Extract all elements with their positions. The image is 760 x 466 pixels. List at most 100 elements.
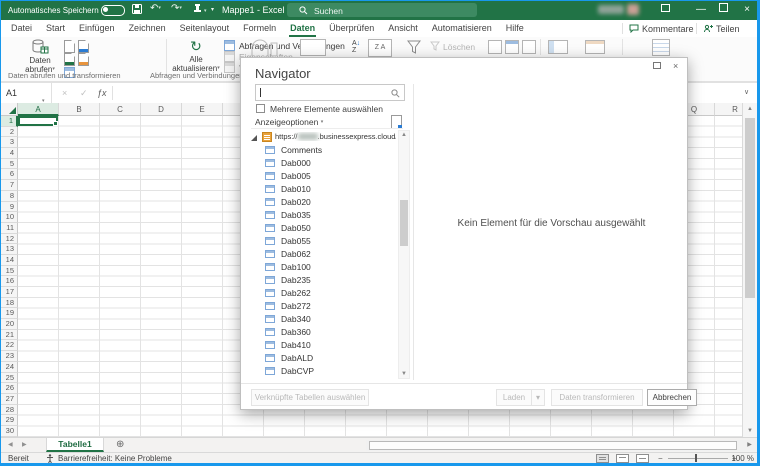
row-header-9[interactable]: 9 [0,202,18,213]
scroll-up-icon[interactable]: ▲ [399,132,409,138]
row-header-3[interactable]: 3 [0,137,18,148]
navigator-item-dab062[interactable]: Dab062 [241,248,398,261]
expand-collapse-icon[interactable] [251,135,257,141]
previous-sheet-icon[interactable]: ◀ [8,441,13,448]
row-header-6[interactable]: 6 [0,169,18,180]
data-types-gallery-icon[interactable] [250,39,278,56]
what-if-analysis-icon[interactable] [585,40,605,54]
row-header-4[interactable]: 4 [0,148,18,159]
multi-select-checkbox[interactable] [256,104,265,113]
page-break-view-icon[interactable] [636,454,649,463]
horizontal-scrollbar[interactable] [366,440,742,451]
share-button[interactable]: Teilen [690,22,740,35]
selected-cell-a1[interactable] [18,116,58,126]
dialog-close-icon[interactable]: × [673,61,678,71]
scroll-down-icon[interactable]: ▼ [743,428,757,434]
scroll-right-icon[interactable]: ▶ [742,440,757,451]
navigator-item-dabald[interactable]: DabALD [241,352,398,365]
from-table-range-icon[interactable] [64,53,75,66]
row-header-29[interactable]: 29 [0,415,18,426]
maximize-button[interactable] [712,0,734,20]
navigator-item-dab272[interactable]: Dab272 [241,300,398,313]
row-header-16[interactable]: 16 [0,276,18,287]
accessibility-status[interactable]: Barrierefreiheit: Keine Probleme [58,454,172,463]
insert-function-icon[interactable]: ƒx [97,83,107,103]
row-header-13[interactable]: 13 [0,244,18,255]
minimize-button[interactable]: — [690,0,712,20]
next-sheet-icon[interactable]: ▶ [22,441,27,448]
ribbon-tab-einfügen[interactable]: Einfügen [72,20,122,37]
navigator-item-dab360[interactable]: Dab360 [241,326,398,339]
ribbon-tab-datei[interactable]: Datei [4,20,39,37]
display-options-dropdown[interactable]: Anzeigeoptionen ▾ [255,117,323,127]
scroll-up-icon[interactable]: ▲ [743,106,757,112]
fill-handle[interactable] [53,121,58,126]
navigator-item-comments[interactable]: Comments [241,144,398,157]
navigator-item-dab100[interactable]: Dab100 [241,261,398,274]
row-header-26[interactable]: 26 [0,383,18,394]
row-header-7[interactable]: 7 [0,180,18,191]
get-data-button[interactable]: Daten abrufen▾ [18,38,62,74]
row-header-18[interactable]: 18 [0,298,18,309]
ribbon-tab-daten[interactable]: Daten [283,20,322,37]
sheet-tab-tabelle1[interactable]: Tabelle1 [46,438,104,452]
navigator-item-dab050[interactable]: Dab050 [241,222,398,235]
row-header-15[interactable]: 15 [0,266,18,277]
ribbon-display-options-icon[interactable] [654,0,676,20]
row-header-22[interactable]: 22 [0,340,18,351]
navigator-item-dab410[interactable]: Dab410 [241,339,398,352]
zoom-out-icon[interactable]: − [658,454,663,463]
row-header-30[interactable]: 30 [0,426,18,437]
navigator-item-dab235[interactable]: Dab235 [241,274,398,287]
format-painter-caret[interactable]: ▾ [204,8,207,14]
filter-icon[interactable] [406,39,422,55]
flash-fill-icon[interactable] [548,40,568,54]
navigator-item-dab340[interactable]: Dab340 [241,313,398,326]
tree-root-source[interactable]: https://.businessexpress.cloud/a... [275,132,396,141]
ribbon-tab-formeln[interactable]: Formeln [236,20,283,37]
autosave-toggle[interactable] [101,5,125,16]
ribbon-tab-hilfe[interactable]: Hilfe [499,20,531,37]
navigator-search-input[interactable] [255,84,405,101]
navigator-item-dab000[interactable]: Dab000 [241,157,398,170]
ribbon-tab-start[interactable]: Start [39,20,72,37]
cancel-button[interactable]: Abbrechen [647,389,697,406]
navigator-item-dab020[interactable]: Dab020 [241,196,398,209]
zoom-level[interactable]: 100 % [731,454,754,463]
ribbon-tab-überprüfen[interactable]: Überprüfen [322,20,381,37]
row-header-11[interactable]: 11 [0,223,18,234]
column-header-B[interactable]: B [59,103,100,116]
column-header-E[interactable]: E [182,103,223,116]
row-header-5[interactable]: 5 [0,159,18,170]
recent-sources-icon[interactable] [78,53,89,66]
row-header-1[interactable]: 1 [0,116,18,127]
sort-dialog-icon[interactable]: Z A [368,39,392,57]
normal-view-icon[interactable] [596,454,609,463]
undo-icon[interactable]: ↶▾ [150,3,161,14]
row-header-2[interactable]: 2 [0,127,18,138]
horizontal-scroll-thumb[interactable] [369,441,737,450]
ribbon-tab-automatisieren[interactable]: Automatisieren [425,20,499,37]
vertical-scrollbar[interactable]: ▲ ▼ [742,103,757,437]
select-all-corner[interactable] [0,103,18,116]
redo-icon[interactable]: ↷▾ [171,3,182,14]
refresh-all-button[interactable]: ↻ Alle aktualisieren▾ [172,38,220,73]
vertical-scroll-thumb[interactable] [745,118,755,298]
data-validation-icon[interactable] [522,40,536,54]
navigator-item-dab262[interactable]: Dab262 [241,287,398,300]
scroll-down-icon[interactable]: ▼ [399,371,409,377]
row-header-27[interactable]: 27 [0,394,18,405]
page-layout-view-icon[interactable] [616,454,629,463]
row-header-8[interactable]: 8 [0,191,18,202]
navigator-item-dabcvp[interactable]: DabCVP [241,365,398,378]
row-header-19[interactable]: 19 [0,308,18,319]
list-scrollbar[interactable]: ▲ ▼ [398,130,410,379]
expand-formula-bar-icon[interactable]: ∨ [744,83,749,103]
zoom-slider-thumb[interactable] [695,454,697,462]
row-header-21[interactable]: 21 [0,330,18,341]
refresh-preview-icon[interactable] [391,115,402,129]
row-header-14[interactable]: 14 [0,255,18,266]
format-painter-icon[interactable] [193,4,202,14]
close-button[interactable]: × [736,0,758,20]
navigator-item-dab005[interactable]: Dab005 [241,170,398,183]
